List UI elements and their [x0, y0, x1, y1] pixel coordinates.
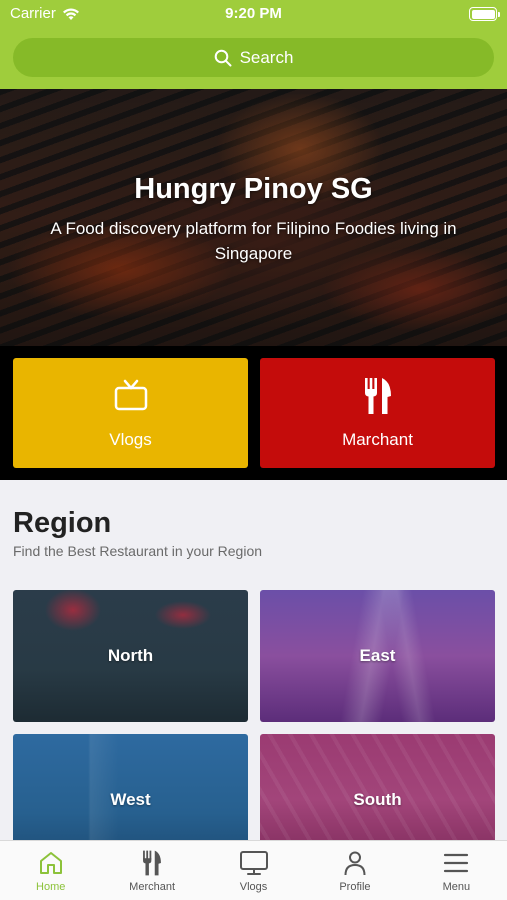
tab-menu[interactable]: Menu — [406, 841, 507, 900]
battery-icon — [469, 7, 500, 21]
region-card-label: West — [110, 790, 151, 809]
person-icon — [344, 851, 366, 876]
tab-label: Profile — [339, 881, 371, 893]
search-bar[interactable]: Search — [13, 38, 494, 77]
hero-subtitle: A Food discovery platform for Filipino F… — [50, 219, 457, 263]
status-bar: Carrier 9:20 PM — [0, 0, 507, 28]
tv-icon — [114, 379, 147, 411]
region-section: Region Find the Best Restaurant in your … — [0, 480, 507, 866]
tab-profile[interactable]: Profile — [304, 841, 405, 900]
hamburger-icon — [444, 853, 469, 873]
vlogs-card-label: Vlogs — [109, 430, 152, 449]
region-title: Region — [13, 507, 112, 539]
region-card-label: North — [107, 646, 154, 665]
tab-label: Home — [36, 881, 66, 893]
tab-label: Merchant — [129, 881, 176, 893]
search-header: Search — [0, 28, 507, 89]
tab-merchant[interactable]: Merchant — [101, 841, 202, 900]
home-icon — [39, 852, 62, 874]
region-card-label: East — [359, 646, 396, 665]
monitor-icon — [239, 851, 268, 875]
hero-banner: Hungry Pinoy SG A Food discovery platfor… — [0, 89, 507, 346]
fork-knife-icon — [143, 850, 162, 876]
vlogs-card[interactable]: Vlogs — [13, 358, 248, 468]
tab-home[interactable]: Home — [0, 841, 101, 900]
quick-links: Vlogs Marchant — [0, 346, 507, 480]
search-icon — [214, 49, 232, 66]
hero-title: Hungry Pinoy SG — [134, 173, 373, 205]
search-label: Search — [239, 47, 294, 67]
region-card-east[interactable]: East — [260, 590, 495, 722]
region-card-north[interactable]: North — [13, 590, 248, 722]
region-card-label: South — [353, 790, 402, 809]
tab-bar: Home Merchant Vlogs Profile Menu — [0, 840, 507, 900]
fork-knife-icon — [364, 378, 391, 414]
tab-label: Vlogs — [239, 881, 268, 893]
tab-label: Menu — [442, 881, 471, 893]
region-subtitle: Find the Best Restaurant in your Region — [13, 543, 263, 559]
status-time: 9:20 PM — [225, 5, 282, 22]
merchant-card-label: Marchant — [342, 430, 413, 449]
merchant-card[interactable]: Marchant — [260, 358, 495, 468]
tab-vlogs[interactable]: Vlogs — [203, 841, 304, 900]
